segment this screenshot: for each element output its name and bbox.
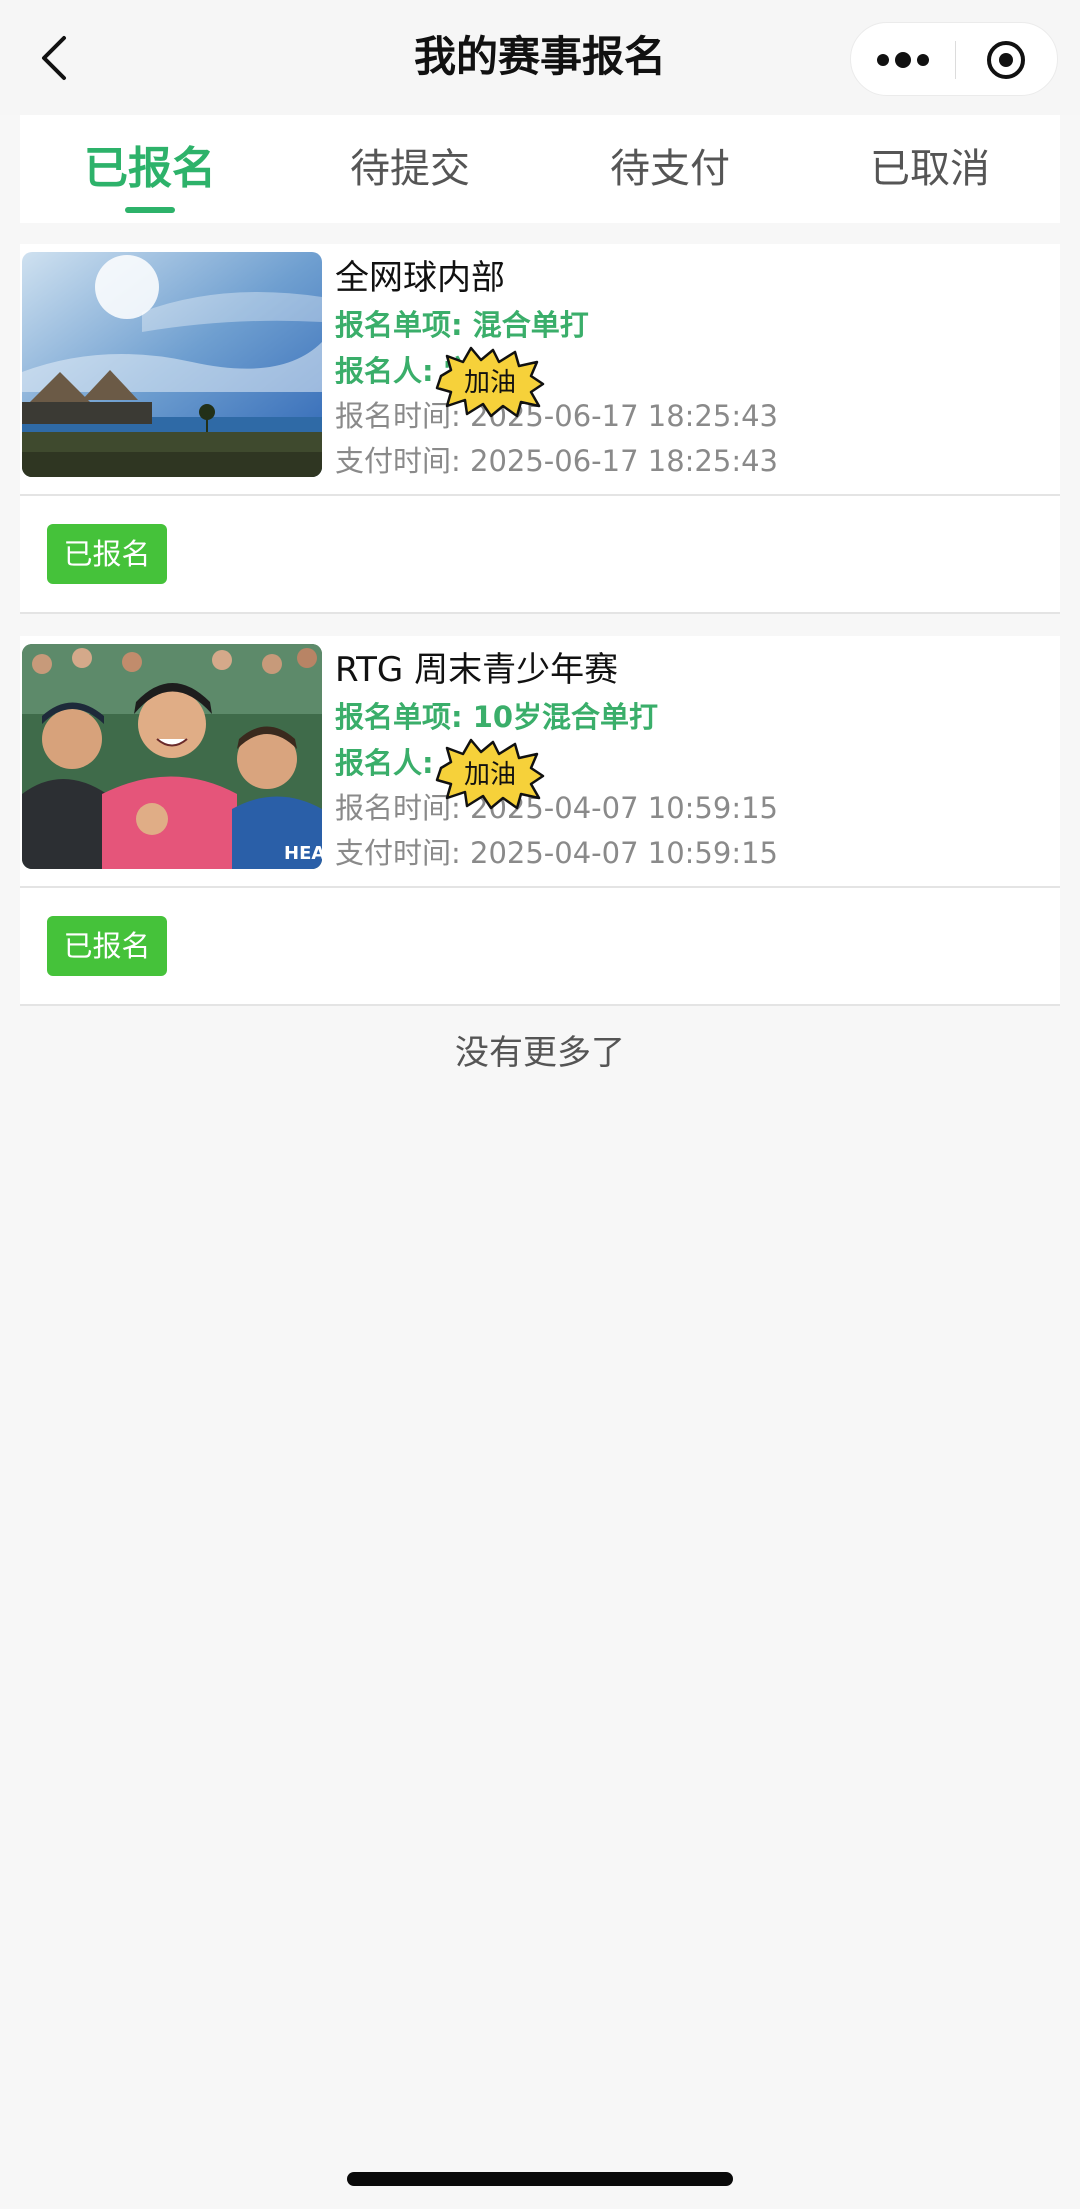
registration-card[interactable]: 全网球内部 报名单项: 混合单打 报名人: 学 报名时间: 2025-06-17… [20,244,1060,614]
event-info: RTG 周末青少年赛 报名单项: 10岁混合单打 报名人: 报名时间: 2025… [335,646,1050,876]
svg-text:加油: 加油 [464,368,516,398]
tab-pending-submit[interactable]: 待提交 [280,115,540,223]
mini-program-capsule [850,22,1058,96]
registration-card[interactable]: HEAD RTG 周末青少年赛 报名单项: 10岁混合单打 报名人: 报名时间:… [20,636,1060,1006]
event-item: 报名单项: 混合单打 [335,308,589,342]
tab-label: 待提交 [350,146,470,192]
home-indicator[interactable] [347,2172,733,2186]
tab-label: 已取消 [870,146,990,192]
event-name: RTG 周末青少年赛 [335,650,619,690]
payment-time: 支付时间: 2025-04-07 10:59:15 [335,836,778,870]
event-name: 全网球内部 [335,258,505,298]
event-photo-beach [22,252,322,477]
close-mini-program-button[interactable] [955,23,1059,97]
no-more-text: 没有更多了 [455,1033,625,1073]
tab-label: 待支付 [610,146,730,192]
svg-text:HEAD: HEAD [284,843,322,864]
status-badge[interactable]: 已报名 [47,916,167,976]
active-tab-indicator [125,207,175,213]
navigation-bar: 我的赛事报名 [0,0,1080,115]
status-tabs: 已报名 待提交 待支付 已取消 [20,115,1060,223]
tab-label: 已报名 [84,143,216,194]
tab-cancelled[interactable]: 已取消 [800,115,1060,223]
svg-text:加油: 加油 [464,760,516,790]
payment-time: 支付时间: 2025-06-17 18:25:43 [335,444,778,478]
tab-registered[interactable]: 已报名 [20,115,280,223]
card-footer: 已报名 [20,888,1060,1006]
card-footer: 已报名 [20,496,1060,614]
status-badge[interactable]: 已报名 [47,524,167,584]
jiayou-sticker: 加油 [435,738,545,810]
card-content: HEAD RTG 周末青少年赛 报名单项: 10岁混合单打 报名人: 报名时间:… [20,636,1060,888]
tab-pending-payment[interactable]: 待支付 [540,115,800,223]
jiayou-sticker: 加油 [435,346,545,418]
event-item: 报名单项: 10岁混合单打 [335,700,659,734]
event-info: 全网球内部 报名单项: 混合单打 报名人: 学 报名时间: 2025-06-17… [335,254,1050,484]
more-button[interactable] [851,23,955,97]
card-content: 全网球内部 报名单项: 混合单打 报名人: 学 报名时间: 2025-06-17… [20,244,1060,496]
event-photo-cartoon-players: HEAD [22,644,322,869]
